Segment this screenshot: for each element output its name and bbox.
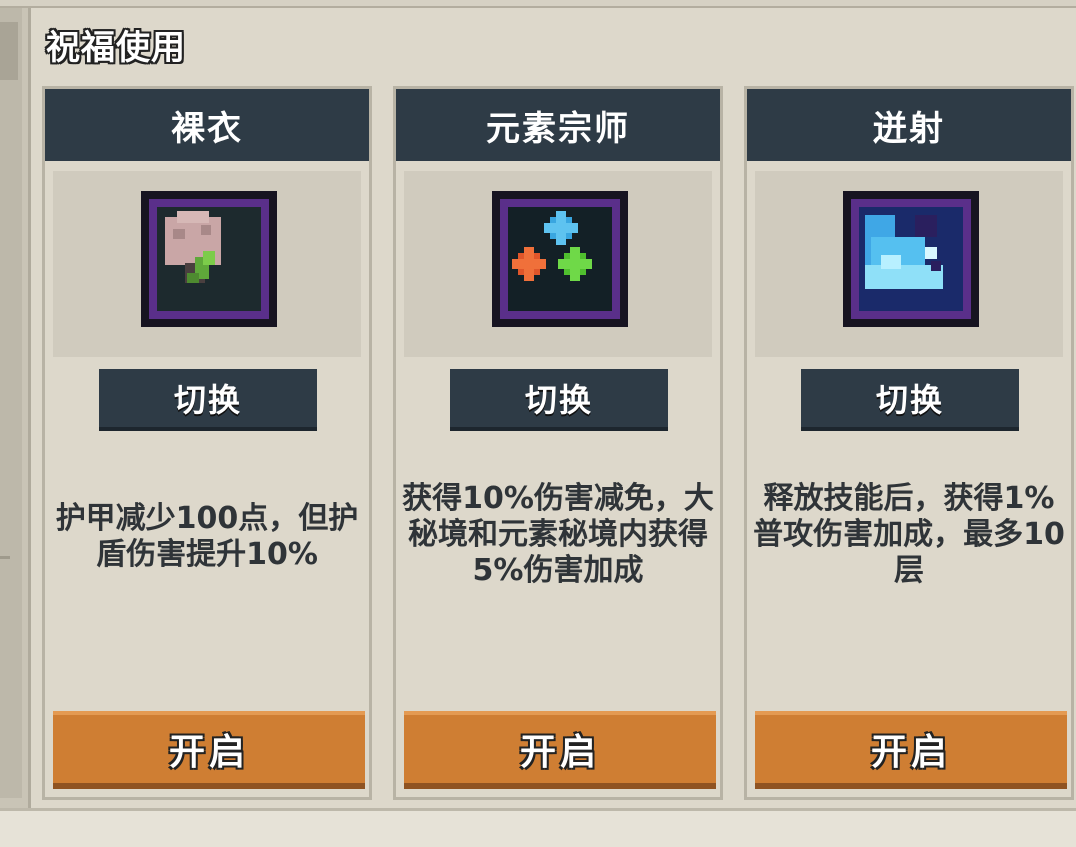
element-orbs-icon [492,191,628,327]
pink-flower-icon [141,191,277,327]
open-button[interactable]: 开启 [755,711,1067,789]
card-description: 护甲减少100点，但护盾伤害提升10% [55,501,359,572]
blessing-card: 元素宗师 切换 获得10%伤害减免，大秘境和元素秘境内获得5%伤害加成 开启 [393,86,723,800]
left-rail-tab[interactable] [0,22,18,80]
open-button[interactable]: 开启 [53,711,365,789]
card-description: 获得10%伤害减免，大秘境和元素秘境内获得5%伤害加成 [402,481,714,588]
top-strip [0,0,1076,8]
switch-button[interactable]: 切换 [801,369,1019,431]
blessing-card: 裸衣 切换 护甲减少100点，但护盾伤害提升10% 开启 [42,86,372,800]
switch-button[interactable]: 切换 [450,369,668,431]
open-button[interactable]: 开启 [404,711,716,789]
left-rail-notch [0,556,10,559]
left-rail [0,8,22,798]
icon-area [755,171,1063,357]
ice-burst-icon [843,191,979,327]
card-title: 迸射 [747,89,1071,161]
switch-button[interactable]: 切换 [99,369,317,431]
card-title: 元素宗师 [396,89,720,161]
bottom-bar [0,808,1076,847]
icon-area [53,171,361,357]
icon-area [404,171,712,357]
panel-title: 祝福使用 [46,28,186,68]
blessing-card: 迸射 切换 释放技能后，获得1%普攻伤害加成，最多10层 开启 [744,86,1074,800]
card-title: 裸衣 [45,89,369,161]
card-description: 释放技能后，获得1%普攻伤害加成，最多10层 [753,481,1065,588]
